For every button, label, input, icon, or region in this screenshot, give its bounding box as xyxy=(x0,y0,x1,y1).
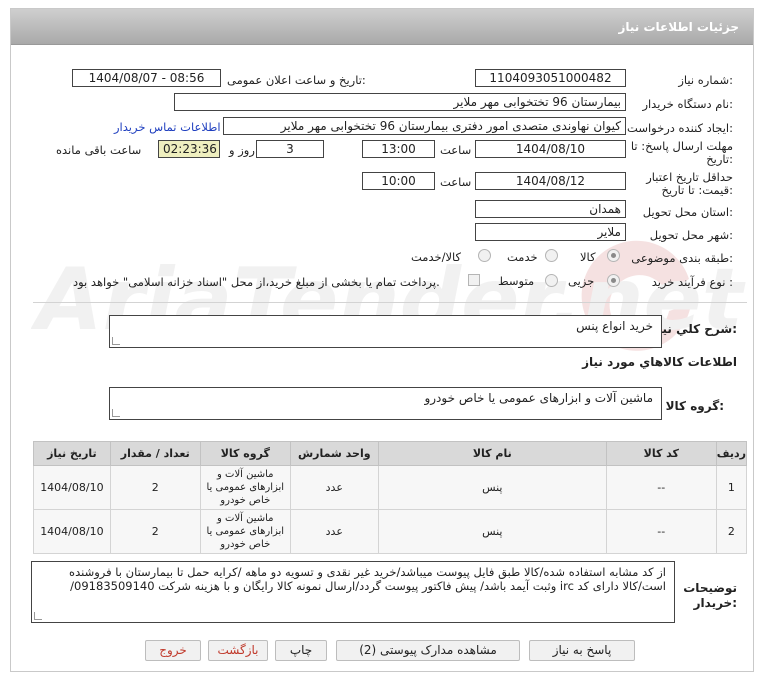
table-row[interactable]: 2 -- پنس عدد ماشین آلات و ابزارهای عمومی… xyxy=(33,509,748,554)
process-label: نوع فرآیند خرید : xyxy=(651,275,733,289)
process-radio-partial[interactable] xyxy=(607,274,620,287)
contact-buyer-link[interactable]: اطلاعات تماس خریدار xyxy=(114,120,221,134)
cell-group: ماشین آلات و ابزارهای عمومی یا خاص خودرو xyxy=(199,465,291,510)
province-field: همدان xyxy=(475,200,626,218)
panel-header: جزئیات اطلاعات نیاز xyxy=(11,9,753,45)
category-label: طبقه بندی موضوعی: xyxy=(631,251,733,265)
reply-date-field: 1404/08/10 xyxy=(475,140,626,158)
city-label: شهر محل تحویل: xyxy=(649,228,733,242)
view-attachments-button[interactable]: مشاهده مدارک پیوستی (2) xyxy=(336,640,520,661)
reply-time-label: ساعت xyxy=(440,143,472,157)
col-header-date: تاریخ نیاز xyxy=(33,441,111,466)
summary-textarea[interactable]: خرید انواع پنس xyxy=(109,315,662,348)
validity-label: حداقل تاریخ اعتبار xyxy=(646,170,733,184)
resize-grip-icon[interactable] xyxy=(112,409,120,417)
process-option-medium: متوسط xyxy=(498,274,535,288)
days-label: روز و xyxy=(229,143,255,157)
table-header-row: ردیف کد کالا نام کالا واحد شمارش گروه کا… xyxy=(33,441,748,466)
summary-label: شرح کلي نياز: xyxy=(651,322,737,336)
table-row[interactable]: 1 -- پنس عدد ماشین آلات و ابزارهای عمومی… xyxy=(33,465,748,510)
category-radio-goods[interactable] xyxy=(607,249,620,262)
print-button[interactable]: چاپ xyxy=(275,640,327,661)
buyer-notes-label-2: خریدار: xyxy=(693,596,737,610)
buyer-label: نام دستگاه خریدار: xyxy=(642,97,733,111)
announce-label: تاریخ و ساعت اعلان عمومی: xyxy=(227,73,366,87)
validity-label-2: قیمت: تا تاریخ: xyxy=(661,183,733,197)
announce-field: 1404/08/07 - 08:56 xyxy=(72,69,221,87)
reply-deadline-label: مهلت ارسال پاسخ: تا xyxy=(630,139,733,153)
days-field: 3 xyxy=(256,140,324,158)
col-header-code: کد کالا xyxy=(605,441,717,466)
province-label: استان محل تحویل: xyxy=(642,205,733,219)
goods-group-label: گروه کالا: xyxy=(665,399,724,413)
cell-unit: عدد xyxy=(289,509,379,554)
validity-time-field: 10:00 xyxy=(362,172,435,190)
cell-qty: 2 xyxy=(109,509,201,554)
exit-button[interactable]: خروج xyxy=(145,640,201,661)
category-option-goods: کالا xyxy=(580,250,596,264)
goods-group-textarea[interactable]: ماشین آلات و ابزارهای عمومی یا خاص خودرو xyxy=(109,387,662,420)
resize-grip-icon[interactable] xyxy=(112,337,120,345)
validity-time-label: ساعت xyxy=(440,175,472,189)
reply-time-field: 13:00 xyxy=(362,140,435,158)
reply-button[interactable]: پاسخ به نیاز xyxy=(529,640,635,661)
cell-row-index: 1 xyxy=(715,465,748,510)
goods-section-title: اطلاعات کالاهاي مورد نياز xyxy=(582,355,737,369)
separator xyxy=(33,302,747,303)
process-radio-medium[interactable] xyxy=(545,274,558,287)
process-option-partial: جزیی xyxy=(568,274,595,288)
col-header-name: نام کالا xyxy=(377,441,607,466)
goods-table: ردیف کد کالا نام کالا واحد شمارش گروه کا… xyxy=(33,441,748,554)
col-header-qty: تعداد / مقدار xyxy=(109,441,201,466)
goods-group-text: ماشین آلات و ابزارهای عمومی یا خاص خودرو xyxy=(424,391,653,405)
validity-date-field: 1404/08/12 xyxy=(475,172,626,190)
category-option-service: خدمت xyxy=(507,250,538,264)
creator-label: ایجاد کننده درخواست: xyxy=(627,121,733,135)
remaining-time-label: ساعت باقی مانده xyxy=(56,143,142,157)
cell-name: پنس xyxy=(377,509,607,554)
treasury-payment-checkbox[interactable] xyxy=(468,274,480,286)
col-header-group: گروه کالا xyxy=(199,441,291,466)
buyer-notes-text: از کد مشابه استفاده شده/کالا طبق فایل پی… xyxy=(69,565,666,593)
buyer-notes-textarea[interactable]: از کد مشابه استفاده شده/کالا طبق فایل پی… xyxy=(31,561,675,623)
col-header-row: ردیف xyxy=(715,441,748,466)
buyer-notes-label: توضیحات xyxy=(683,581,737,595)
need-number-field: 1104093051000482 xyxy=(475,69,626,87)
resize-grip-icon[interactable] xyxy=(34,612,42,620)
cell-qty: 2 xyxy=(109,465,201,510)
cell-group: ماشین آلات و ابزارهای عمومی یا خاص خودرو xyxy=(199,509,291,554)
cell-code: -- xyxy=(605,465,717,510)
need-details-panel: جزئیات اطلاعات نیاز AriaTender.net شماره… xyxy=(10,8,754,672)
remaining-time-field: 02:23:36 xyxy=(158,140,220,158)
col-header-unit: واحد شمارش xyxy=(289,441,379,466)
cell-row-index: 2 xyxy=(715,509,748,554)
cell-date: 1404/08/10 xyxy=(33,509,111,554)
category-option-both: کالا/خدمت xyxy=(411,250,462,264)
need-number-label: شماره نیاز: xyxy=(678,73,733,87)
reply-deadline-label-2: تاریخ: xyxy=(706,152,733,166)
cell-name: پنس xyxy=(377,465,607,510)
cell-date: 1404/08/10 xyxy=(33,465,111,510)
watermark-logo: AriaTender.net xyxy=(31,240,746,351)
back-button[interactable]: بازگشت xyxy=(208,640,268,661)
category-radio-service[interactable] xyxy=(545,249,558,262)
cell-unit: عدد xyxy=(289,465,379,510)
category-radio-both[interactable] xyxy=(478,249,491,262)
cell-code: -- xyxy=(605,509,717,554)
treasury-payment-note: پرداخت تمام یا بخشی از مبلغ خرید،از محل … xyxy=(73,275,440,289)
city-field: ملایر xyxy=(475,223,626,241)
summary-text: خرید انواع پنس xyxy=(576,319,653,333)
buyer-field: بیمارستان 96 تختخوابی مهر ملایر xyxy=(174,93,626,111)
panel-title: جزئیات اطلاعات نیاز xyxy=(618,20,739,34)
creator-field: کیوان نهاوندی متصدی امور دفتری بیمارستان… xyxy=(223,117,626,135)
